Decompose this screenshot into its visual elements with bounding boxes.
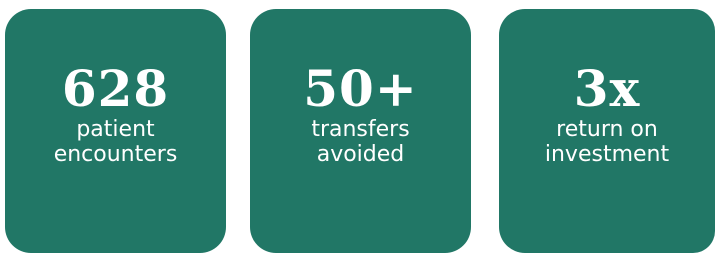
stat-label-line-1: transfers [311,117,410,142]
stat-card-transfers-avoided: 50+ transfers avoided [250,9,471,253]
stat-label-line-2: investment [544,142,670,167]
stat-card-patient-encounters: 628 patient encounters [5,9,226,253]
stat-value: 50+ [303,59,418,118]
stat-label-line-1: return on [556,117,658,142]
stat-label-line-1: patient [76,117,155,142]
stat-label-line-2: avoided [316,142,405,167]
stat-value: 628 [61,59,170,118]
stat-label-line-2: encounters [53,142,178,167]
stat-card-return-on-investment: 3x return on investment [499,9,715,253]
stat-value: 3x [573,59,641,118]
